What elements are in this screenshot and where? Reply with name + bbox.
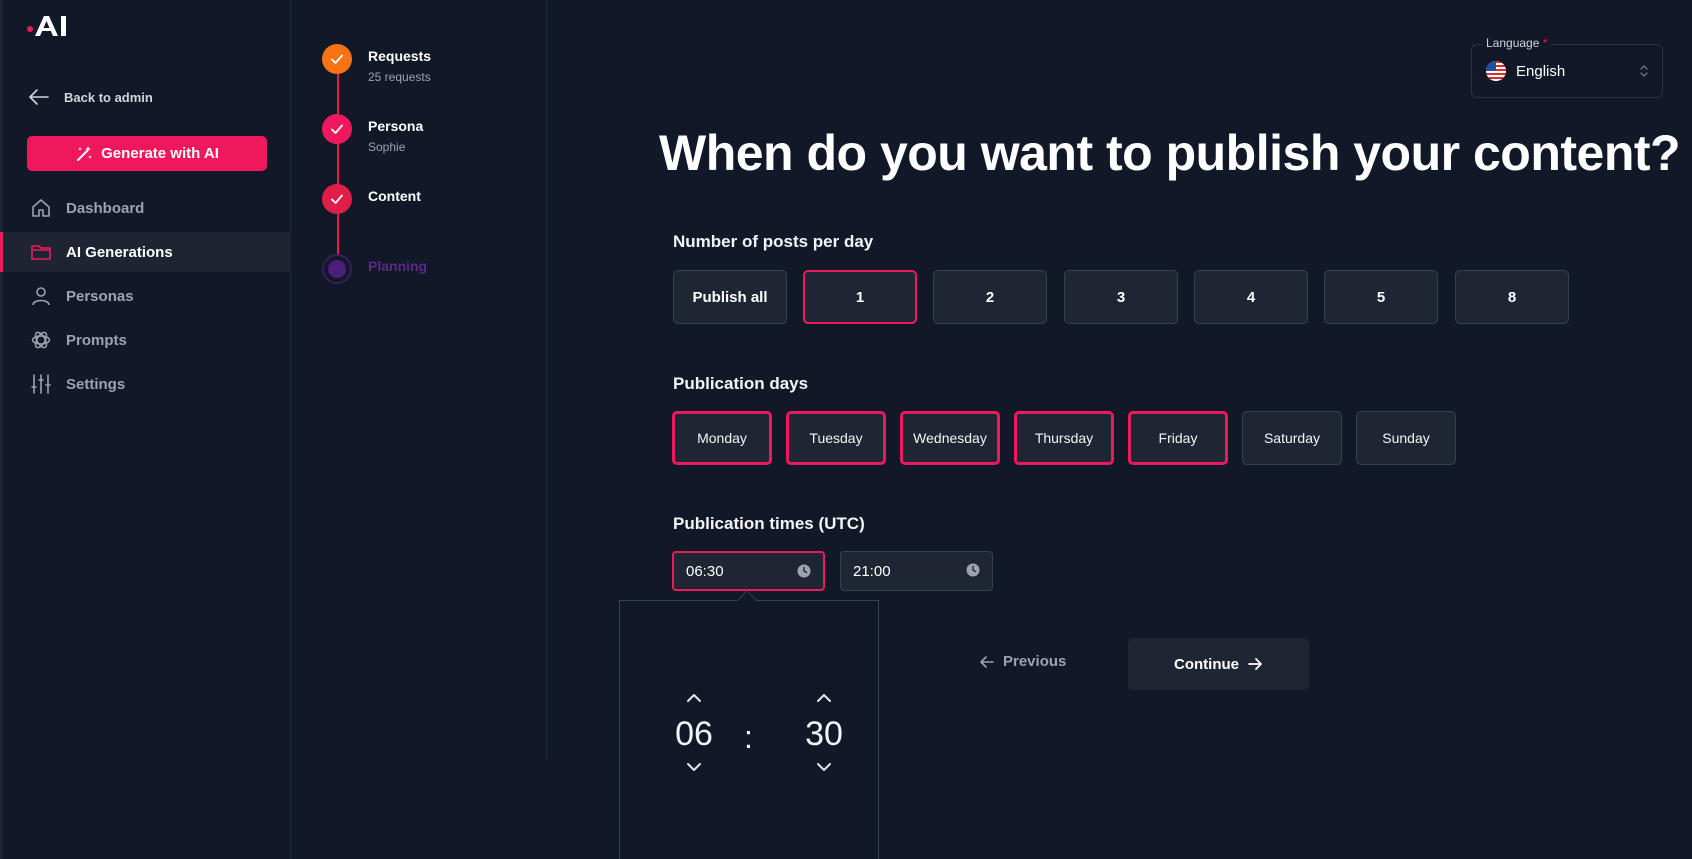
step-requests[interactable]: Requests 25 requests xyxy=(322,44,431,84)
back-to-admin-label: Back to admin xyxy=(64,89,153,105)
minutes-decrement-button[interactable] xyxy=(794,760,854,778)
language-label: Language * xyxy=(1482,36,1552,50)
select-chevrons-icon xyxy=(1638,62,1650,85)
time-input-1[interactable]: 06:30 xyxy=(672,551,825,591)
publication-days-title: Publication days xyxy=(673,374,809,393)
sidebar-item-personas[interactable]: Personas xyxy=(0,276,291,316)
posts-option-4[interactable]: 4 xyxy=(1194,270,1308,324)
continue-label: Continue xyxy=(1174,655,1239,673)
wizard-stepper: Requests 25 requests Persona Sophie Cont… xyxy=(291,0,547,760)
arrow-left-icon xyxy=(980,655,994,668)
posts-per-day-title: Number of posts per day xyxy=(673,232,874,251)
sidebar-item-settings[interactable]: Settings xyxy=(0,364,291,404)
day-thursday[interactable]: Thursday xyxy=(1014,411,1114,465)
arrow-right-icon xyxy=(1248,658,1262,670)
chevron-down-icon xyxy=(687,763,701,771)
sidebar-item-label: Personas xyxy=(66,287,134,305)
posts-option-8[interactable]: 8 xyxy=(1455,270,1569,324)
step-content[interactable]: Content xyxy=(322,184,421,214)
language-value: English xyxy=(1516,63,1566,80)
step-planning[interactable]: Planning xyxy=(322,254,427,284)
sidebar-item-label: Settings xyxy=(66,375,126,393)
previous-button[interactable]: Previous xyxy=(979,653,1066,670)
current-step-icon xyxy=(322,254,352,284)
time-value: 21:00 xyxy=(853,562,891,580)
minutes-column: 30 xyxy=(794,691,854,778)
check-icon xyxy=(322,44,352,74)
chevron-up-icon xyxy=(817,694,831,702)
sidebar-item-label: AI Generations xyxy=(66,243,173,261)
previous-label: Previous xyxy=(1003,653,1067,670)
sidebar: Back to admin Generate with AI Dashboard… xyxy=(0,0,291,859)
time-value: 06:30 xyxy=(686,562,724,580)
day-wednesday[interactable]: Wednesday xyxy=(900,411,1000,465)
hours-column: 06 xyxy=(664,691,724,778)
user-icon xyxy=(30,285,52,307)
generate-with-ai-button[interactable]: Generate with AI xyxy=(27,136,267,171)
clock-icon[interactable] xyxy=(966,563,980,581)
posts-option-1[interactable]: 1 xyxy=(803,270,917,324)
arrow-left-icon xyxy=(29,89,49,105)
sidebar-item-ai-generations[interactable]: AI Generations xyxy=(0,232,291,272)
posts-option-3[interactable]: 3 xyxy=(1064,270,1178,324)
popover-caret xyxy=(737,590,757,610)
step-title: Persona xyxy=(368,118,424,134)
home-icon xyxy=(30,197,52,219)
minutes-increment-button[interactable] xyxy=(794,691,854,709)
stepper-connector xyxy=(337,60,339,268)
language-select[interactable]: Language * English xyxy=(1471,36,1663,98)
posts-option-5[interactable]: 5 xyxy=(1324,270,1438,324)
sidebar-item-dashboard[interactable]: Dashboard xyxy=(0,188,291,228)
window-edge xyxy=(0,0,3,859)
sidebar-item-label: Prompts xyxy=(66,331,127,349)
publication-times-title: Publication times (UTC) xyxy=(673,514,865,533)
logo-dot xyxy=(27,26,33,32)
chevron-down-icon xyxy=(817,763,831,771)
check-icon xyxy=(322,184,352,214)
hours-increment-button[interactable] xyxy=(664,691,724,709)
minutes-value[interactable]: 30 xyxy=(794,715,854,754)
posts-option-publish-all[interactable]: Publish all xyxy=(673,270,787,324)
page-title: When do you want to publish your content… xyxy=(659,125,1681,181)
time-picker-popover: 06 : 30 xyxy=(619,590,879,859)
day-sunday[interactable]: Sunday xyxy=(1356,411,1456,465)
sidebar-item-label: Dashboard xyxy=(66,199,145,217)
us-flag-icon xyxy=(1486,61,1506,81)
check-icon xyxy=(322,114,352,144)
step-title: Planning xyxy=(368,258,428,274)
continue-button[interactable]: Continue xyxy=(1128,638,1309,690)
openai-icon xyxy=(30,329,52,351)
clock-icon[interactable] xyxy=(797,564,811,582)
back-to-admin-link[interactable]: Back to admin xyxy=(28,88,153,106)
sidebar-nav: Dashboard AI Generations Personas Prompt… xyxy=(0,188,291,408)
app-logo[interactable] xyxy=(27,16,69,36)
hours-decrement-button[interactable] xyxy=(664,760,724,778)
logo-mark-icon xyxy=(35,16,66,36)
time-input-2[interactable]: 21:00 xyxy=(840,551,993,591)
sidebar-item-prompts[interactable]: Prompts xyxy=(0,320,291,360)
step-title: Requests xyxy=(368,48,432,64)
sliders-icon xyxy=(30,373,52,395)
day-monday[interactable]: Monday xyxy=(672,411,772,465)
hours-value[interactable]: 06 xyxy=(664,715,724,754)
step-persona[interactable]: Persona Sophie xyxy=(322,114,423,154)
magic-wand-icon xyxy=(77,145,93,161)
time-separator: : xyxy=(744,719,753,755)
day-saturday[interactable]: Saturday xyxy=(1242,411,1342,465)
folder-icon xyxy=(30,241,52,263)
step-subtitle: Sophie xyxy=(368,140,406,154)
day-friday[interactable]: Friday xyxy=(1128,411,1228,465)
posts-option-2[interactable]: 2 xyxy=(933,270,1047,324)
step-subtitle: 25 requests xyxy=(368,70,431,84)
step-title: Content xyxy=(368,188,421,204)
generate-with-ai-label: Generate with AI xyxy=(101,145,219,162)
chevron-up-icon xyxy=(687,694,701,702)
day-tuesday[interactable]: Tuesday xyxy=(786,411,886,465)
